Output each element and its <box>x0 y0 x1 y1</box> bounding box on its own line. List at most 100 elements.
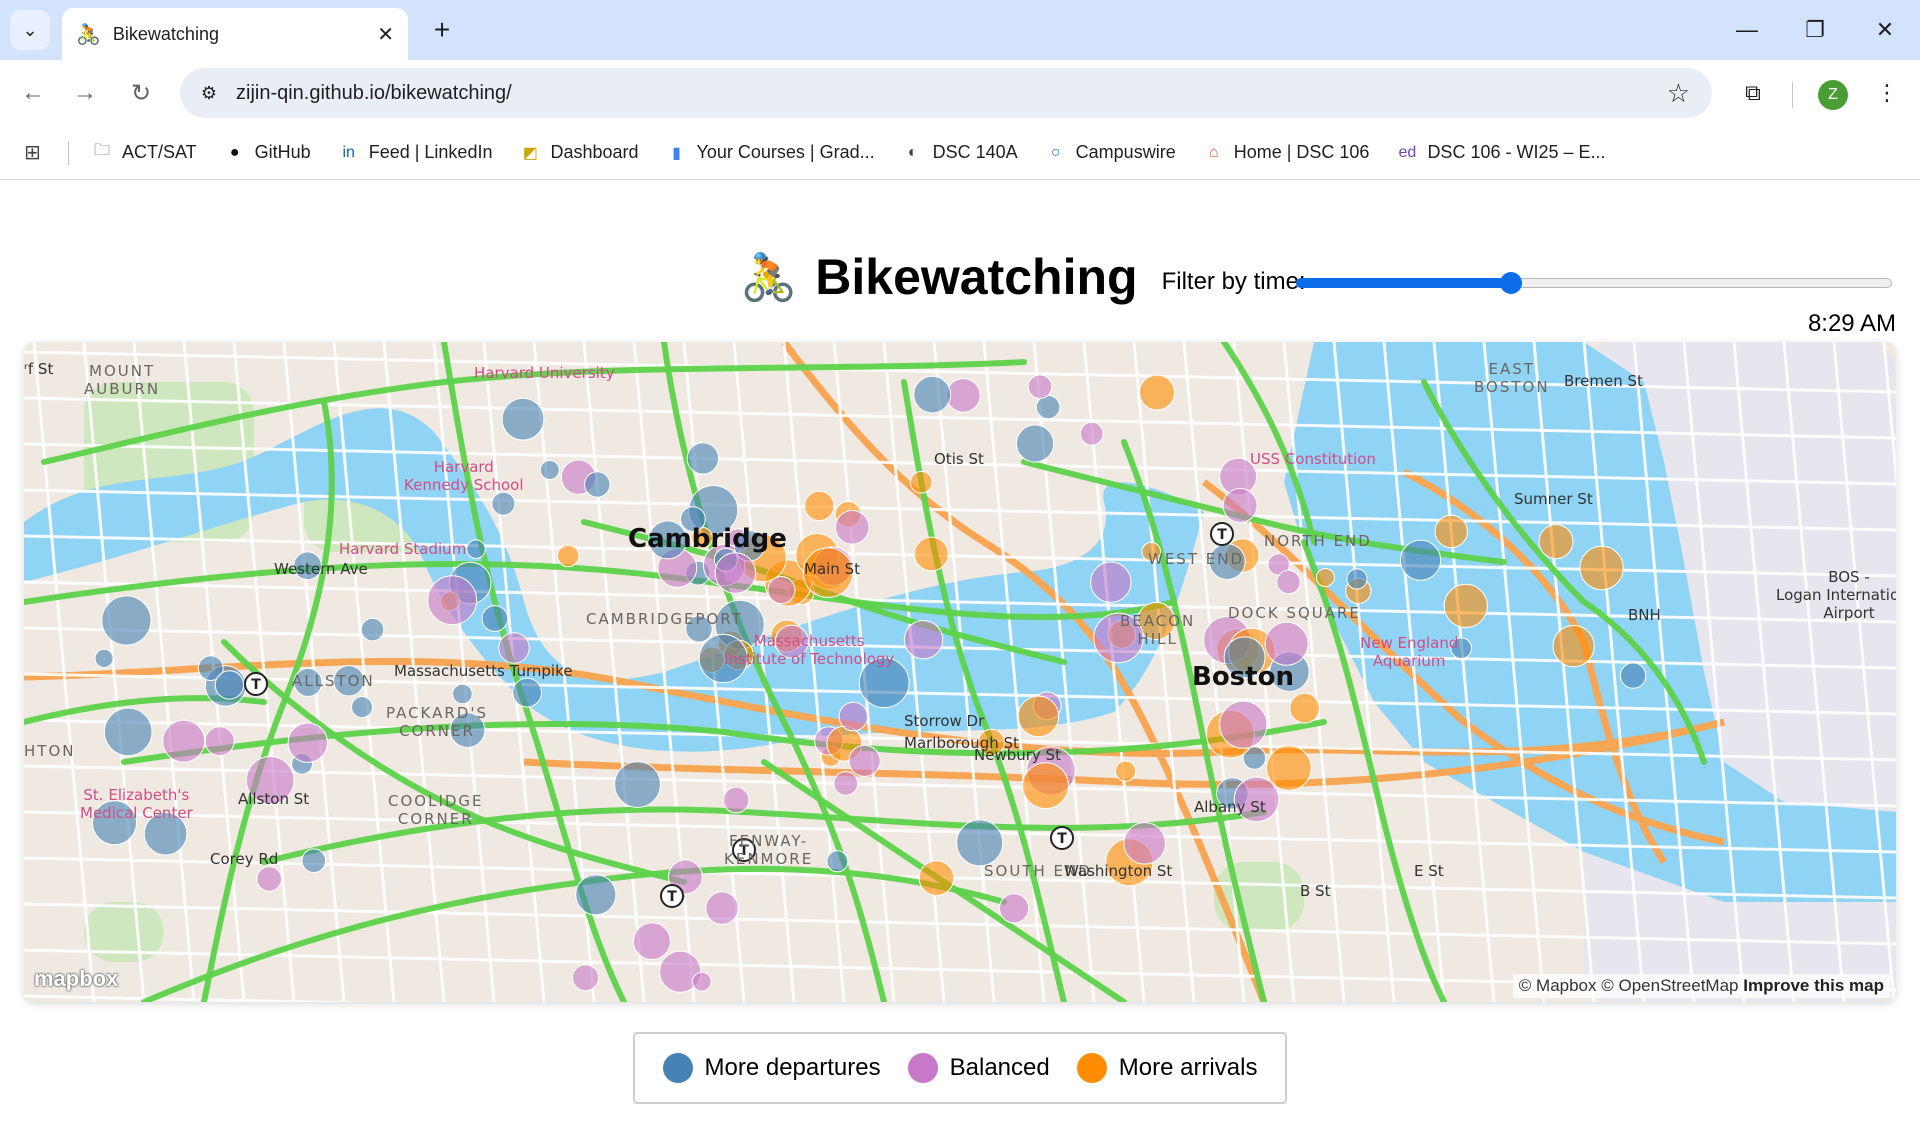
station-marker[interactable] <box>834 510 870 545</box>
station-marker[interactable] <box>826 850 849 873</box>
station-marker[interactable] <box>1027 374 1053 400</box>
extensions-puzzle-icon[interactable]: ⧉ <box>1734 74 1772 112</box>
station-marker[interactable] <box>466 539 486 559</box>
station-marker[interactable] <box>301 848 327 874</box>
bookmark-item[interactable]: ▮ Your Courses | Grad... <box>666 142 875 164</box>
station-marker[interactable] <box>1619 662 1647 689</box>
station-marker[interactable] <box>1579 545 1624 591</box>
station-marker[interactable] <box>557 544 580 568</box>
station-marker[interactable] <box>491 491 516 516</box>
close-window-icon[interactable]: ✕ <box>1862 10 1908 50</box>
apps-grid-icon[interactable]: ⊞ <box>24 140 54 165</box>
bookmark-item[interactable]: 🗀 ACT/SAT <box>91 142 197 164</box>
attribution-text[interactable]: © Mapbox © OpenStreetMap <box>1519 976 1739 995</box>
station-marker[interactable] <box>633 922 671 961</box>
station-marker[interactable] <box>1443 583 1488 628</box>
address-bar[interactable]: ⚙ zijin-qin.github.io/bikewatching/ ☆ <box>180 68 1712 118</box>
station-marker[interactable] <box>572 964 599 992</box>
station-marker[interactable] <box>1079 421 1104 446</box>
station-marker[interactable] <box>162 719 206 763</box>
station-marker[interactable] <box>946 378 981 413</box>
back-arrow-icon[interactable]: ← <box>14 74 52 112</box>
tab-search-button[interactable]: ⌄ <box>10 10 50 50</box>
active-tab[interactable]: 🚴 Bikewatching ✕ <box>62 8 408 60</box>
station-marker[interactable] <box>848 744 881 777</box>
reload-icon[interactable]: ↻ <box>122 74 160 112</box>
station-marker[interactable] <box>94 648 114 668</box>
station-marker[interactable] <box>539 460 560 480</box>
bookmark-item[interactable]: ◩ Dashboard <box>519 142 639 164</box>
station-marker[interactable] <box>722 786 750 814</box>
station-marker[interactable] <box>1266 745 1312 791</box>
station-marker[interactable] <box>999 893 1030 924</box>
site-info-icon[interactable]: ⚙ <box>192 76 226 110</box>
restore-icon[interactable]: ❐ <box>1792 10 1838 50</box>
station-marker[interactable] <box>287 722 328 763</box>
station-marker[interactable] <box>584 471 611 498</box>
station-marker[interactable] <box>214 670 245 700</box>
station-marker[interactable] <box>501 397 545 441</box>
bookmark-item[interactable]: in Feed | LinkedIn <box>338 142 492 164</box>
station-marker[interactable] <box>714 552 757 594</box>
station-marker[interactable] <box>427 575 478 626</box>
bookmark-item[interactable]: ● GitHub <box>224 142 311 164</box>
bookmark-star-icon[interactable]: ☆ <box>1667 78 1690 109</box>
station-marker[interactable] <box>1538 524 1574 560</box>
station-marker[interactable] <box>360 617 385 642</box>
station-marker[interactable] <box>914 536 949 572</box>
station-marker[interactable] <box>833 771 859 796</box>
slider-thumb[interactable] <box>1499 272 1522 294</box>
bookmark-item[interactable]: ⌂ Home | DSC 106 <box>1203 142 1370 164</box>
station-marker[interactable] <box>705 891 739 925</box>
station-marker[interactable] <box>1346 568 1368 590</box>
time-filter-slider[interactable] <box>1296 272 1892 294</box>
station-marker[interactable] <box>1289 692 1320 724</box>
station-marker[interactable] <box>1399 539 1442 581</box>
new-tab-button[interactable]: + <box>424 12 460 48</box>
station-marker[interactable] <box>1434 514 1468 549</box>
station-marker[interactable] <box>956 819 1004 867</box>
station-marker[interactable] <box>686 442 720 475</box>
forward-arrow-icon[interactable]: → <box>66 74 104 112</box>
station-marker[interactable] <box>481 605 509 632</box>
station-marker[interactable] <box>1219 700 1268 749</box>
station-marker[interactable] <box>1017 695 1060 738</box>
more-menu-icon[interactable]: ⋮ <box>1868 74 1906 112</box>
map-container[interactable]: TTTTT MOUNT AUBURN Harvard University Harv… <box>24 342 1896 1002</box>
station-marker[interactable] <box>1090 561 1132 603</box>
station-marker[interactable] <box>1123 822 1166 865</box>
station-marker[interactable] <box>452 683 473 705</box>
station-marker[interactable] <box>1264 621 1309 666</box>
station-marker[interactable] <box>1115 760 1137 782</box>
minimize-icon[interactable]: — <box>1724 10 1770 50</box>
bookmark-item[interactable]: ed DSC 106 - WI25 – E... <box>1396 142 1606 164</box>
station-marker[interactable] <box>910 470 933 494</box>
station-marker[interactable] <box>918 860 955 896</box>
station-marker[interactable] <box>1315 568 1335 587</box>
bookmark-item[interactable]: ◐ DSC 140A <box>902 142 1018 164</box>
station-marker[interactable] <box>1222 488 1258 523</box>
station-marker[interactable] <box>575 874 617 916</box>
station-marker[interactable] <box>498 632 530 664</box>
mapbox-logo[interactable]: mapbox <box>34 966 118 992</box>
station-marker[interactable] <box>1276 569 1301 595</box>
station-marker[interactable] <box>1022 762 1069 810</box>
station-marker[interactable] <box>1552 625 1595 668</box>
improve-map-link[interactable]: Improve this map <box>1743 976 1884 995</box>
station-marker[interactable] <box>1016 424 1055 463</box>
close-tab-icon[interactable]: ✕ <box>377 22 394 47</box>
station-marker[interactable] <box>256 866 282 892</box>
station-marker[interactable] <box>614 761 661 808</box>
station-marker[interactable] <box>101 595 152 646</box>
station-marker[interactable] <box>691 971 712 992</box>
station-marker[interactable] <box>838 701 869 732</box>
station-marker[interactable] <box>804 490 835 522</box>
station-marker[interactable] <box>103 707 153 757</box>
station-marker[interactable] <box>903 620 944 660</box>
station-marker[interactable] <box>913 375 952 414</box>
profile-avatar[interactable]: Z <box>1818 80 1848 110</box>
bookmark-item[interactable]: ○ Campuswire <box>1045 142 1176 164</box>
station-marker[interactable] <box>204 726 235 757</box>
station-marker[interactable] <box>512 677 543 708</box>
station-marker[interactable] <box>1139 374 1175 411</box>
